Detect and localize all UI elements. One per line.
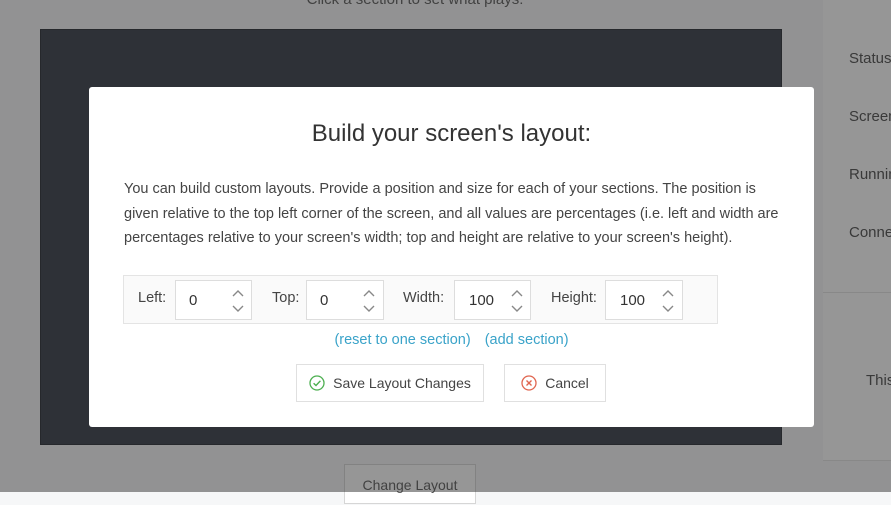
layout-modal: Build your screen's layout: You can buil…: [89, 87, 814, 427]
x-circle-icon: [521, 375, 537, 391]
cancel-label: Cancel: [545, 375, 589, 391]
width-value: 100: [469, 292, 495, 309]
left-label: Left:: [138, 290, 167, 306]
height-spinner-icon[interactable]: [661, 286, 675, 316]
check-circle-icon: [309, 375, 325, 391]
left-input[interactable]: 0: [175, 280, 252, 320]
top-spinner-icon[interactable]: [362, 286, 376, 316]
top-value: 0: [320, 292, 329, 309]
reset-one-section-link[interactable]: (reset to one section): [334, 332, 470, 348]
section-links: (reset to one section) (add section): [89, 332, 814, 348]
width-label: Width:: [403, 290, 445, 306]
left-spinner-icon[interactable]: [231, 286, 245, 316]
modal-description: You can build custom layouts. Provide a …: [124, 181, 779, 246]
cancel-button[interactable]: Cancel: [504, 364, 606, 402]
top-input[interactable]: 0: [306, 280, 384, 320]
left-value: 0: [189, 292, 198, 309]
add-section-link[interactable]: (add section): [485, 332, 569, 348]
width-input[interactable]: 100: [454, 280, 531, 320]
width-spinner-icon[interactable]: [510, 286, 524, 316]
save-layout-label: Save Layout Changes: [333, 375, 471, 391]
height-input[interactable]: 100: [605, 280, 683, 320]
height-value: 100: [620, 292, 646, 309]
save-layout-button[interactable]: Save Layout Changes: [296, 364, 484, 402]
height-label: Height:: [551, 290, 597, 306]
modal-title: Build your screen's layout:: [311, 120, 592, 147]
top-label: Top:: [272, 290, 300, 306]
section-fields-row: Left: 0 Top: 0 Width: 100 Height: 100: [123, 275, 718, 324]
